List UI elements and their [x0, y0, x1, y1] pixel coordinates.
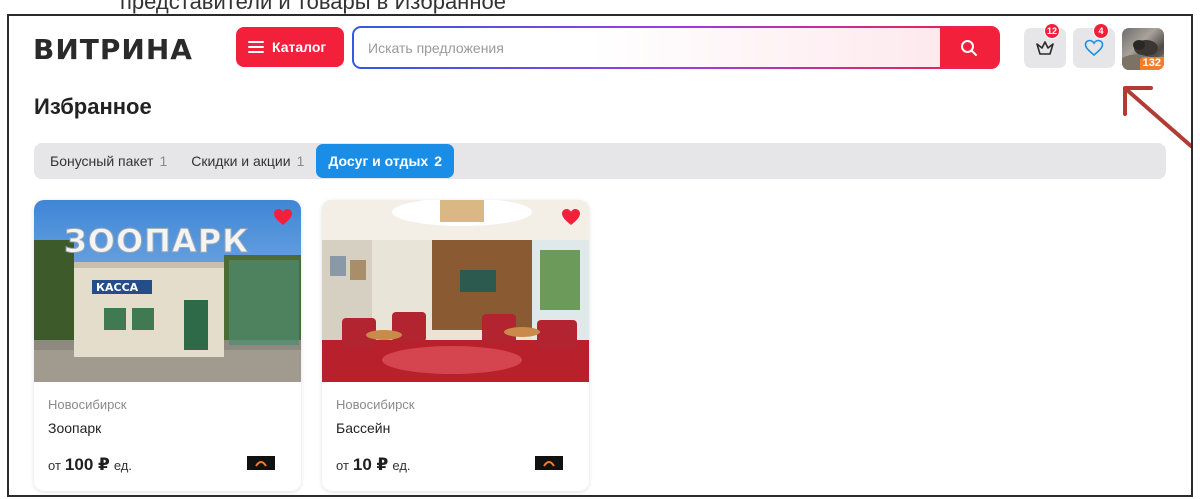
cart-button[interactable]: 12	[1024, 23, 1066, 68]
provider-logo-icon	[543, 461, 555, 467]
page-caption: представители и товары в Избранное	[120, 0, 506, 14]
browser-frame: ВИТРИНА Каталог 12 4 13	[7, 14, 1193, 497]
search-icon	[961, 39, 977, 56]
card-price: от 10 ₽ ед.	[336, 455, 411, 475]
page-title: Избранное	[34, 94, 152, 119]
price-amount: 100 ₽	[64, 455, 110, 474]
price-prefix: от	[48, 458, 61, 473]
logo[interactable]: ВИТРИНА	[33, 33, 193, 66]
tab-label: Бонусный пакет	[50, 153, 154, 169]
tab-count: 1	[159, 153, 168, 169]
category-tabs: Бонусный пакет 1 Скидки и акции 1 Досуг …	[34, 143, 1166, 179]
card-city: Новосибирск	[48, 397, 127, 412]
search-input[interactable]	[368, 39, 940, 56]
favorite-heart-icon[interactable]	[273, 208, 293, 226]
card-city: Новосибирск	[336, 397, 415, 412]
annotation-arrow-icon	[1123, 86, 1191, 148]
pool-hall-photo	[322, 200, 589, 382]
heart-outline-icon	[1084, 39, 1104, 57]
catalog-button[interactable]: Каталог	[236, 27, 344, 67]
product-card[interactable]: Новосибирск Бассейн от 10 ₽ ед.	[322, 200, 589, 491]
price-unit: ед.	[392, 458, 411, 473]
card-title: Бассейн	[336, 420, 391, 436]
ticket-office-sign: КАССА	[96, 281, 139, 294]
favorite-heart-icon[interactable]	[561, 208, 581, 226]
search-bar	[352, 26, 1000, 69]
card-price: от 100 ₽ ед.	[48, 455, 132, 475]
tab-label: Скидки и акции	[191, 153, 291, 169]
catalog-label: Каталог	[272, 39, 327, 55]
tab-discounts[interactable]: Скидки и акции 1	[179, 144, 316, 178]
avatar[interactable]: 132	[1122, 28, 1164, 70]
favorites-badge: 4	[1093, 23, 1109, 39]
menu-icon	[248, 41, 264, 53]
tab-label: Досуг и отдых	[328, 153, 429, 169]
product-image: ЗООПАРК КАССА	[34, 200, 301, 382]
price-amount: 10 ₽	[352, 455, 389, 474]
zoo-sign-text: ЗООПАРК	[64, 222, 249, 260]
price-prefix: от	[336, 458, 349, 473]
tab-count: 2	[434, 153, 442, 169]
tab-count: 1	[296, 153, 305, 169]
search-button[interactable]	[940, 28, 998, 67]
tab-bonus-package[interactable]: Бонусный пакет 1	[38, 144, 179, 178]
card-title: Зоопарк	[48, 420, 102, 436]
provider-logo	[247, 456, 275, 470]
zoo-photo: ЗООПАРК КАССА	[34, 200, 301, 382]
basket-icon	[1036, 41, 1054, 55]
search-field-wrapper	[354, 28, 940, 67]
product-image	[322, 200, 589, 382]
tab-leisure[interactable]: Досуг и отдых 2	[316, 144, 454, 178]
avatar-badge: 132	[1139, 57, 1164, 70]
provider-logo	[535, 456, 563, 470]
price-unit: ед.	[113, 458, 132, 473]
cart-badge: 12	[1043, 23, 1060, 39]
product-card[interactable]: ЗООПАРК КАССА Новосибирск Зоопарк от 100…	[34, 200, 301, 491]
favorites-button[interactable]: 4	[1073, 23, 1115, 68]
provider-logo-icon	[255, 461, 267, 467]
